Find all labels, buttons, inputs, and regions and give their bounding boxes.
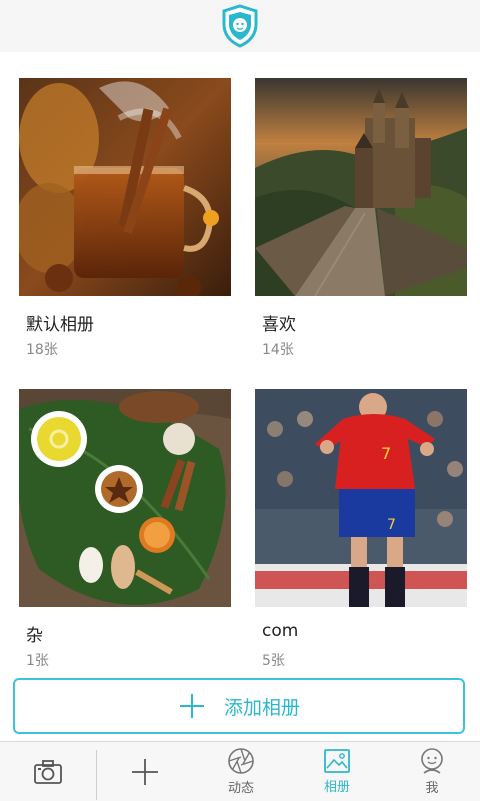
tea-photo-icon [19,78,231,296]
spa-herbs-photo-icon [19,389,231,607]
aperture-icon [228,748,254,774]
album-name: com [262,621,299,641]
album-photo-count: 18张 [26,342,58,358]
tab-camera[interactable] [0,742,96,801]
tab-albums[interactable]: 相册 [289,742,385,801]
album-photo-count: 5张 [262,653,285,669]
album-cover-image[interactable]: 7 7 [255,389,467,607]
camera-icon [34,759,62,784]
tab-me[interactable]: 我 [384,742,480,801]
tab-label: 动态 [227,781,254,796]
bottom-tab-bar: 动态 相册 我 [0,741,480,801]
album-cover-image[interactable] [19,389,231,607]
album-name: 杂 [26,626,43,646]
album-card-default[interactable]: 默认相册 18张 [19,52,231,358]
tab-label: 我 [425,781,439,796]
album-name: 默认相册 [26,315,94,335]
svg-text:7: 7 [381,444,391,463]
album-card-com[interactable]: 7 7 com 5张 [255,363,467,669]
app-header [0,0,480,52]
album-grid: 默认相册 18张 喜欢 14张 杂 1张 7 7 com 5张 [0,52,480,672]
album-cover-image[interactable] [255,78,467,296]
album-name: 喜欢 [262,315,296,335]
tab-add[interactable] [97,742,193,801]
album-card-misc[interactable]: 杂 1张 [19,363,231,669]
album-icon [324,749,350,773]
album-photo-count: 1张 [26,653,49,669]
plus-icon [179,694,204,718]
plus-icon [132,758,158,785]
profile-icon [421,748,443,774]
album-photo-count: 14张 [262,342,294,358]
album-card-favorites[interactable]: 喜欢 14张 [255,52,467,358]
album-cover-image[interactable] [19,78,231,296]
tab-label: 相册 [323,780,350,795]
add-album-button[interactable]: 添加相册 [13,678,465,734]
lion-shield-logo-icon [222,4,258,48]
tab-moments[interactable]: 动态 [193,742,289,801]
soccer-player-photo-icon: 7 7 [255,389,467,607]
castle-photo-icon [255,78,467,296]
add-album-label: 添加相册 [223,696,300,719]
svg-text:7: 7 [387,517,396,533]
